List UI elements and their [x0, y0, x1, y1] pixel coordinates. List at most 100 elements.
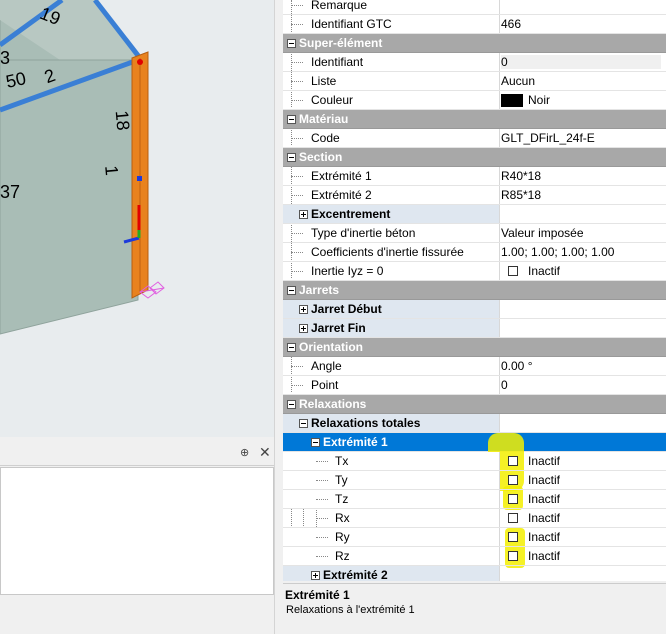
expand-icon[interactable]	[299, 324, 308, 333]
category-label: Section	[299, 150, 343, 164]
property-type-inertie-beton[interactable]: Type d'inertie béton Valeur imposée	[283, 224, 666, 243]
group-relaxations-totales[interactable]: Relaxations totales	[283, 414, 666, 433]
property-extremite-1[interactable]: Extrémité 1 R40*18	[283, 167, 666, 186]
collapse-icon[interactable]	[311, 438, 320, 447]
property-name: Remarque	[311, 0, 368, 12]
property-liste[interactable]: Liste Aucun	[283, 72, 666, 91]
property-grid[interactable]: Remarque Identifiant GTC 466 Super-éléme…	[283, 0, 666, 581]
property-name: Rx	[335, 511, 350, 525]
property-extremite-2[interactable]: Extrémité 2 R85*18	[283, 186, 666, 205]
checkbox-tx[interactable]	[508, 456, 518, 466]
property-name: Tz	[335, 492, 349, 506]
property-name: Coefficients d'inertie fissurée	[311, 245, 464, 259]
property-value: 466	[501, 17, 522, 31]
property-ty[interactable]: Ty Inactif	[283, 471, 666, 490]
collapse-icon[interactable]	[287, 39, 296, 48]
category-relaxations[interactable]: Relaxations	[283, 395, 666, 414]
collapse-icon[interactable]	[287, 400, 296, 409]
edge-label: 3	[0, 48, 11, 68]
property-name: Identifiant	[311, 55, 364, 69]
group-excentrement[interactable]: Excentrement	[283, 205, 666, 224]
property-remarque[interactable]: Remarque	[283, 0, 666, 15]
3d-viewport[interactable]: 19 3 50 2 18 1 37	[0, 0, 274, 437]
checkbox-rz[interactable]	[508, 551, 518, 561]
property-value: GLT_DFirL_24f-E	[501, 131, 595, 145]
expand-icon[interactable]	[299, 210, 308, 219]
property-code[interactable]: Code GLT_DFirL_24f-E	[283, 129, 666, 148]
collapse-icon[interactable]	[287, 286, 296, 295]
edge-label: 50	[4, 68, 28, 92]
category-jarrets[interactable]: Jarrets	[283, 281, 666, 300]
property-value: Inactif	[528, 492, 561, 506]
property-value: Aucun	[501, 74, 536, 88]
property-value: 0	[501, 378, 508, 392]
property-name: Point	[311, 378, 339, 392]
description-title: Extrémité 1	[285, 588, 350, 602]
property-couleur[interactable]: Couleur Noir	[283, 91, 666, 110]
property-identifiant-gtc[interactable]: Identifiant GTC 466	[283, 15, 666, 34]
group-jarret-fin[interactable]: Jarret Fin	[283, 319, 666, 338]
group-label: Excentrement	[311, 207, 391, 221]
output-list[interactable]	[0, 467, 274, 595]
property-tx[interactable]: Tx Inactif	[283, 452, 666, 471]
horizontal-scrollbar[interactable]	[0, 619, 274, 634]
description-panel: Extrémité 1 Relaxations à l'extrémité 1	[283, 583, 666, 624]
property-name: Angle	[311, 359, 342, 373]
category-materiau[interactable]: Matériau	[283, 110, 666, 129]
collapse-icon[interactable]	[299, 419, 308, 428]
category-label: Matériau	[299, 112, 349, 126]
category-section[interactable]: Section	[283, 148, 666, 167]
property-value: Inactif	[528, 530, 561, 544]
property-rx[interactable]: Rx Inactif	[283, 509, 666, 528]
group-extremite-1-selected[interactable]: Extrémité 1	[283, 433, 666, 452]
category-super-element[interactable]: Super-élément	[283, 34, 666, 53]
group-extremite-2[interactable]: Extrémité 2	[283, 566, 666, 581]
collapse-icon[interactable]	[287, 115, 296, 124]
property-angle[interactable]: Angle 0.00 °	[283, 357, 666, 376]
property-value: 0	[501, 55, 661, 69]
checkbox[interactable]	[508, 266, 518, 276]
property-identifiant[interactable]: Identifiant 0	[283, 53, 666, 72]
description-text: Relaxations à l'extrémité 1	[286, 604, 415, 616]
property-value: Noir	[528, 93, 551, 107]
checkbox-tz[interactable]	[508, 494, 518, 504]
expand-icon[interactable]	[299, 305, 308, 314]
expand-icon[interactable]	[311, 571, 320, 580]
category-label: Orientation	[299, 340, 364, 354]
property-name: Extrémité 1	[311, 169, 372, 183]
property-name: Liste	[311, 74, 337, 88]
collapse-icon[interactable]	[287, 153, 296, 162]
panel-header: ⊕ ✕	[0, 443, 274, 466]
group-label: Extrémité 1	[323, 435, 388, 449]
group-jarret-debut[interactable]: Jarret Début	[283, 300, 666, 319]
property-tz[interactable]: Tz Inactif	[283, 490, 666, 509]
group-label: Jarret Début	[311, 302, 382, 316]
pin-icon[interactable]: ⊕	[240, 446, 249, 459]
property-value: R40*18	[501, 169, 542, 183]
property-rz[interactable]: Rz Inactif	[283, 547, 666, 566]
collapse-icon[interactable]	[287, 343, 296, 352]
property-value: Valeur imposée	[501, 226, 584, 240]
checkbox-rx[interactable]	[508, 513, 518, 523]
property-coefficients-inertie[interactable]: Coefficients d'inertie fissurée 1.00; 1.…	[283, 243, 666, 262]
property-ry[interactable]: Ry Inactif	[283, 528, 666, 547]
category-label: Jarrets	[299, 283, 340, 297]
category-orientation[interactable]: Orientation	[283, 338, 666, 357]
property-value: 0.00 °	[501, 359, 533, 373]
property-value: R85*18	[501, 188, 542, 202]
property-point[interactable]: Point 0	[283, 376, 666, 395]
property-name: Identifiant GTC	[311, 17, 392, 31]
property-name: Ry	[335, 530, 350, 544]
property-name: Tx	[335, 454, 349, 468]
group-label: Relaxations totales	[311, 416, 421, 430]
property-inertie-iyz[interactable]: Inertie Iyz = 0 Inactif	[283, 262, 666, 281]
category-label: Relaxations	[299, 397, 367, 411]
property-name: Couleur	[311, 93, 354, 107]
output-panel: ⊕ ✕	[0, 443, 274, 634]
3d-model-view	[0, 0, 274, 437]
category-label: Super-élément	[299, 36, 383, 50]
checkbox-ry[interactable]	[508, 532, 518, 542]
close-icon[interactable]: ✕	[259, 444, 271, 461]
property-name: Extrémité 2	[311, 188, 372, 202]
checkbox-ty[interactable]	[508, 475, 518, 485]
